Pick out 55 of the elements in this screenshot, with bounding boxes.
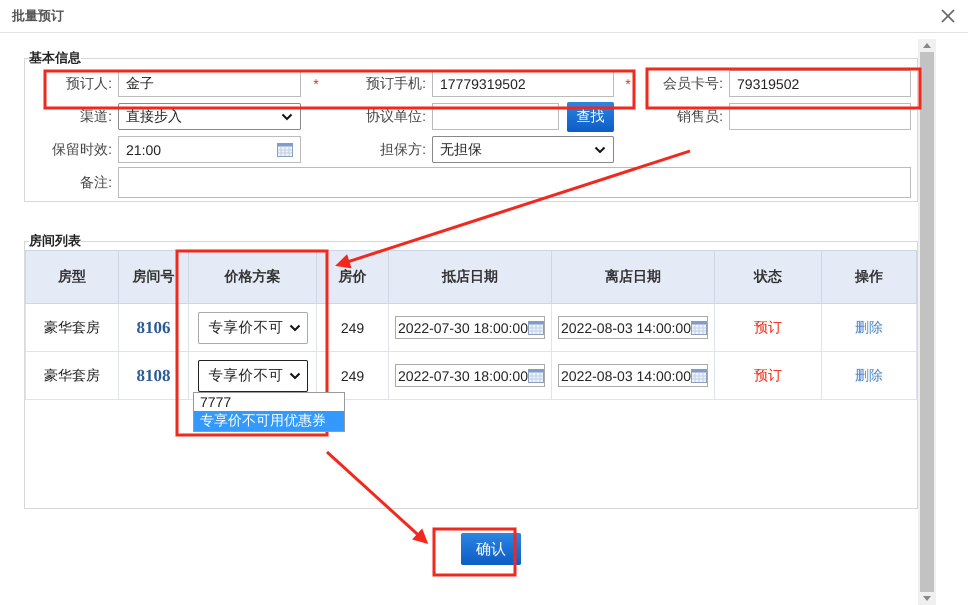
status-text: 预订 (714, 352, 822, 400)
column-header: 价格方案 (188, 250, 316, 304)
room-number: 8106 (118, 304, 188, 352)
required-mark: * (313, 76, 319, 92)
field-label: 预订人: (65, 74, 113, 92)
datetime-field[interactable]: 2022-08-03 14:00:00 (558, 364, 708, 387)
column-header: 离店日期 (552, 250, 714, 304)
scrollbar[interactable] (918, 39, 936, 605)
column-header: 房间号 (118, 250, 188, 304)
field-label: 备注: (79, 174, 113, 192)
field-label: 保留时效: (51, 140, 113, 158)
field-label: 渠道: (79, 108, 113, 126)
calendar-icon (528, 368, 544, 382)
find-button[interactable]: 查找 (567, 102, 614, 132)
column-header: 抵店日期 (388, 250, 552, 304)
calendar-icon (277, 142, 293, 156)
select-dropdown[interactable]: 专享价不可 (198, 360, 308, 392)
field-label: 会员卡号: (662, 74, 724, 92)
section-title: 房间列表 (29, 232, 81, 250)
confirm-button[interactable]: 确认 (461, 533, 521, 565)
delete-link[interactable]: 删除 (855, 366, 883, 382)
scroll-up-icon[interactable] (923, 43, 931, 48)
scrollbar-thumb[interactable] (920, 52, 934, 592)
table-cell: 249 (316, 304, 388, 352)
section-title: 基本信息 (29, 49, 81, 67)
chevron-icon (594, 146, 606, 154)
text-field[interactable]: 79319502 (729, 70, 911, 97)
column-header: 状态 (714, 250, 822, 304)
column-header: 操作 (822, 250, 916, 304)
calendar-icon (528, 320, 544, 334)
close-icon[interactable] (940, 8, 956, 24)
status-text: 预订 (714, 304, 822, 352)
field-label: 担保方: (379, 140, 427, 158)
datetime-field[interactable]: 2022-07-30 18:00:00 (395, 364, 545, 387)
column-header: 房型 (26, 250, 118, 304)
required-mark: * (625, 76, 631, 92)
table-cell: 豪华套房 (26, 304, 118, 352)
chevron-icon (288, 372, 300, 380)
select-dropdown[interactable]: 无担保 (432, 136, 614, 163)
field-label: 预订手机: (365, 74, 427, 92)
field-label: 协议单位: (365, 108, 427, 126)
chevron-icon (288, 324, 300, 332)
scroll-down-icon[interactable] (923, 596, 931, 601)
calendar-icon (691, 320, 707, 334)
datetime-field[interactable]: 2022-08-03 14:00:00 (558, 316, 708, 339)
chevron-icon (281, 112, 293, 120)
window-title: 批量预订 (12, 7, 64, 25)
delete-link[interactable]: 删除 (855, 318, 883, 334)
datetime-field[interactable]: 2022-07-30 18:00:00 (395, 316, 545, 339)
time-field[interactable]: 21:00 (118, 136, 301, 163)
room-number: 8108 (118, 352, 188, 400)
table-cell: 豪华套房 (26, 352, 118, 400)
calendar-icon (691, 368, 707, 382)
field-label: 销售员: (676, 108, 724, 126)
select-dropdown[interactable]: 专享价不可 (198, 312, 308, 344)
